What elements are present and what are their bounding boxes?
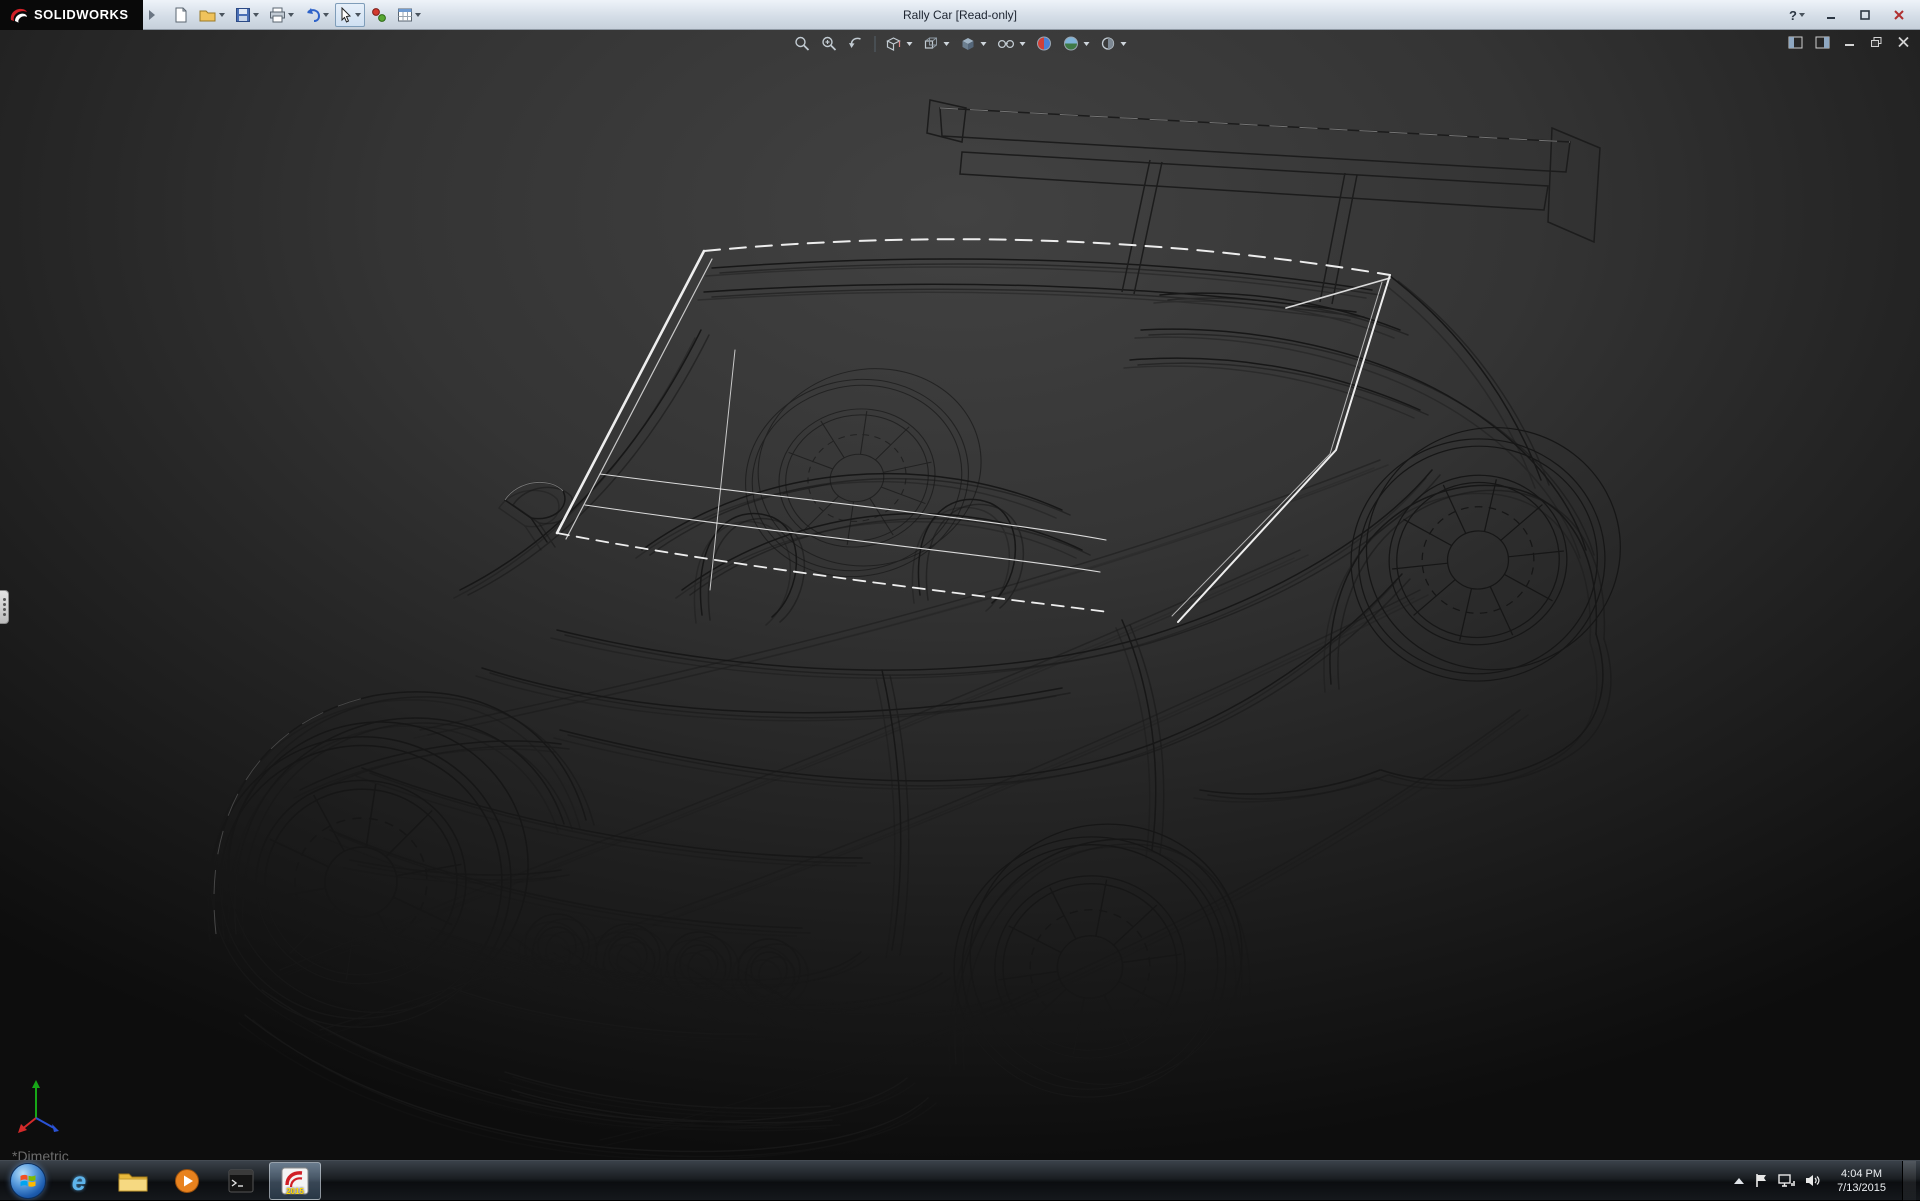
- reference-triad[interactable]: [16, 1074, 80, 1138]
- hide-show-items-icon[interactable]: [995, 33, 1028, 54]
- toolbar-separator: [875, 36, 876, 52]
- show-desktop-button[interactable]: [1902, 1161, 1916, 1201]
- clock-date: 7/13/2015: [1837, 1181, 1886, 1195]
- display-style-icon[interactable]: [958, 33, 989, 54]
- volume-icon[interactable]: [1805, 1173, 1821, 1188]
- new-document-icon[interactable]: [169, 3, 193, 27]
- pane-toggle-right-icon[interactable]: [1813, 34, 1831, 50]
- options-sheet-icon[interactable]: [393, 3, 425, 27]
- solidworks-logo[interactable]: SOLIDWORKS: [0, 0, 143, 30]
- document-controls: [1786, 34, 1912, 50]
- undo-icon[interactable]: [300, 3, 333, 27]
- file-explorer-icon[interactable]: [107, 1162, 159, 1200]
- select-cursor-icon[interactable]: [335, 3, 365, 27]
- zoom-to-area-icon[interactable]: [819, 33, 840, 54]
- help-button[interactable]: ?: [1782, 4, 1812, 26]
- doc-close-button[interactable]: [1894, 34, 1912, 50]
- section-view-icon[interactable]: [884, 33, 915, 54]
- wireframe-car-model[interactable]: [0, 30, 1920, 1160]
- window-controls: ?: [1782, 0, 1914, 30]
- solidworks-2015-icon[interactable]: 2015: [269, 1162, 321, 1200]
- system-tray: 4:04 PM 7/13/2015: [1734, 1161, 1920, 1200]
- main-toolbar: [169, 3, 425, 27]
- panel-splitter-handle[interactable]: [0, 590, 9, 624]
- edit-appearance-icon[interactable]: [1034, 33, 1055, 54]
- close-button[interactable]: [1884, 4, 1914, 26]
- open-icon[interactable]: [195, 3, 229, 27]
- internet-explorer-icon[interactable]: e: [53, 1162, 105, 1200]
- previous-view-icon[interactable]: [846, 33, 867, 54]
- rebuild-icon[interactable]: [367, 3, 391, 27]
- command-prompt-icon[interactable]: [215, 1162, 267, 1200]
- network-icon[interactable]: [1778, 1173, 1795, 1188]
- headsup-toolbar: [792, 33, 1129, 54]
- pane-toggle-left-icon[interactable]: [1786, 34, 1804, 50]
- taskbar: e 2015 4:04 PM 7/13/2015: [0, 1160, 1920, 1200]
- window-title: Rally Car [Read-only]: [903, 8, 1017, 22]
- start-button[interactable]: [10, 1163, 46, 1199]
- graphics-viewport[interactable]: *Dimetric: [0, 30, 1920, 1160]
- maximize-button[interactable]: [1850, 4, 1880, 26]
- doc-minimize-button[interactable]: [1840, 34, 1858, 50]
- action-center-flag-icon[interactable]: [1754, 1173, 1768, 1188]
- view-settings-icon[interactable]: [1098, 33, 1129, 54]
- windows-flag-icon: [19, 1172, 37, 1189]
- ds-logo-icon: [8, 6, 28, 24]
- clock-time: 4:04 PM: [1837, 1167, 1886, 1181]
- zoom-to-fit-icon[interactable]: [792, 33, 813, 54]
- brand-text: SOLIDWORKS: [34, 7, 129, 22]
- doc-restore-button[interactable]: [1867, 34, 1885, 50]
- taskbar-clock[interactable]: 4:04 PM 7/13/2015: [1831, 1167, 1892, 1195]
- save-icon[interactable]: [231, 3, 263, 27]
- menu-expand-arrow[interactable]: [149, 10, 155, 20]
- print-icon[interactable]: [265, 3, 298, 27]
- media-player-icon[interactable]: [161, 1162, 213, 1200]
- title-bar: SOLIDWORKS: [0, 0, 1920, 30]
- minimize-button[interactable]: [1816, 4, 1846, 26]
- apply-scene-icon[interactable]: [1061, 33, 1092, 54]
- hidden-icons-chevron[interactable]: [1734, 1178, 1744, 1184]
- view-orientation-label: *Dimetric: [12, 1148, 69, 1160]
- view-orientation-icon[interactable]: [921, 33, 952, 54]
- sw-version-badge: 2015: [286, 1187, 304, 1196]
